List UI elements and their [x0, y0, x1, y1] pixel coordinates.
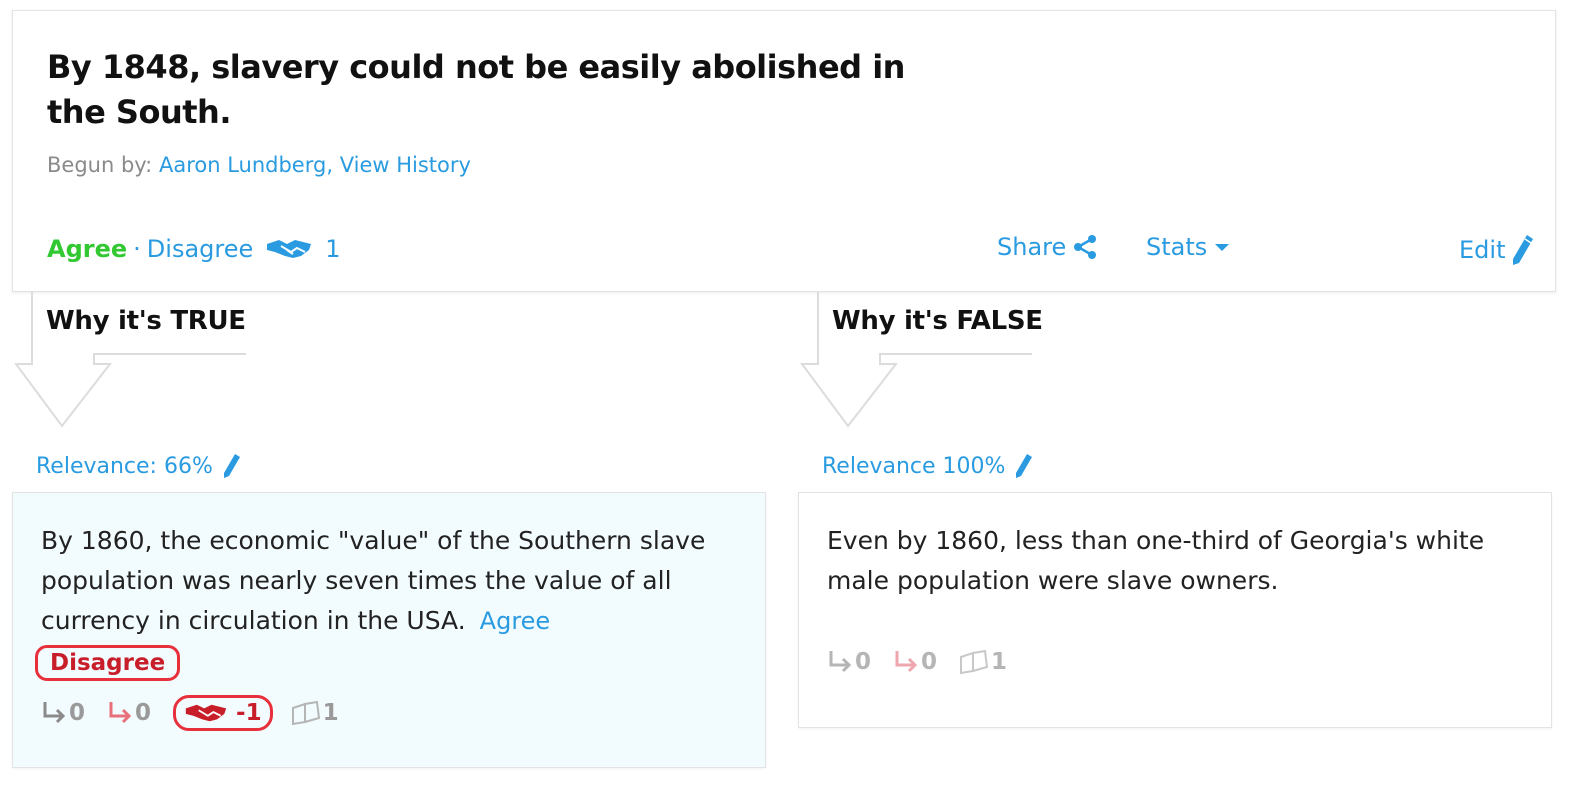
reason-agree-link[interactable]: Agree [480, 607, 551, 635]
sources-counter[interactable]: 1 [959, 649, 1007, 675]
reply-arrow-icon [43, 702, 66, 724]
stats-label: Stats [1146, 233, 1208, 261]
pencil-icon [1016, 454, 1033, 478]
author-separator: , [326, 153, 334, 177]
share-label: Share [997, 233, 1067, 261]
reason-counters-true: 0 0 -1 1 [41, 695, 737, 731]
vote-row: Agree · Disagree 1 [47, 233, 341, 265]
pencil-icon [223, 454, 240, 478]
opposing-count: 0 [921, 649, 938, 675]
reason-true-body: By 1860, the economic "value" of the Sou… [41, 526, 706, 635]
reason-card-false[interactable]: Even by 1860, less than one-third of Geo… [798, 492, 1552, 728]
disagree-button[interactable]: Disagree [147, 235, 253, 263]
pencil-icon [1513, 235, 1534, 265]
book-icon [960, 649, 989, 675]
supporting-count: 0 [855, 649, 872, 675]
supporting-counter[interactable]: 0 [827, 649, 871, 675]
view-history-link[interactable]: View History [340, 153, 471, 177]
reason-text-true: By 1860, the economic "value" of the Sou… [41, 521, 737, 641]
reason-false-body: Even by 1860, less than one-third of Geo… [827, 526, 1485, 595]
author-link[interactable]: Aaron Lundberg [159, 153, 326, 177]
reason-disagree-button[interactable]: Disagree [35, 645, 181, 681]
sources-count: 1 [322, 700, 339, 726]
stats-dropdown[interactable]: Stats [1146, 233, 1230, 261]
sources-count: 1 [991, 649, 1008, 675]
begun-label: Begun by: [47, 153, 153, 177]
edit-button[interactable]: Edit [1459, 233, 1535, 267]
share-icon [1074, 235, 1097, 259]
claim-title: By 1848, slavery could not be easily abo… [47, 48, 905, 131]
share-button[interactable]: Share [997, 233, 1098, 261]
reply-arrow-icon [895, 651, 918, 673]
caret-down-icon [1215, 244, 1230, 251]
begun-by: Begun by: Aaron Lundberg, View History [47, 153, 471, 177]
opposing-counter[interactable]: 0 [107, 700, 151, 726]
opposing-counter[interactable]: 0 [893, 649, 937, 675]
why-true-heading: Why it's TRUE [46, 306, 246, 336]
why-false-heading: Why it's FALSE [832, 306, 1043, 336]
supporting-counter[interactable]: 0 [41, 700, 85, 726]
agreement-score: -1 [236, 700, 262, 726]
claim-card: By 1848, slavery could not be easily abo… [12, 10, 1556, 292]
opposing-count: 0 [135, 700, 152, 726]
edit-label: Edit [1459, 236, 1506, 264]
handshake-icon[interactable] [265, 236, 313, 262]
relevance-false-label: Relevance 100% [822, 453, 1006, 479]
agree-button[interactable]: Agree [47, 235, 127, 263]
reply-arrow-icon [829, 651, 852, 673]
reason-card-true[interactable]: By 1860, the economic "value" of the Sou… [12, 492, 766, 768]
relevance-false[interactable]: Relevance 100% [822, 452, 1033, 480]
reason-counters-false: 0 0 1 [827, 649, 1523, 675]
vote-separator: · [133, 235, 141, 263]
handshake-icon [185, 704, 227, 722]
book-icon [291, 700, 320, 726]
supporting-count: 0 [69, 700, 86, 726]
agreement-counter[interactable]: -1 [173, 695, 273, 731]
relevance-true-label: Relevance: 66% [36, 453, 213, 479]
agreement-count: 1 [325, 235, 341, 263]
relevance-true[interactable]: Relevance: 66% [36, 452, 241, 480]
sources-counter[interactable]: 1 [291, 700, 339, 726]
reply-arrow-icon [109, 702, 132, 724]
